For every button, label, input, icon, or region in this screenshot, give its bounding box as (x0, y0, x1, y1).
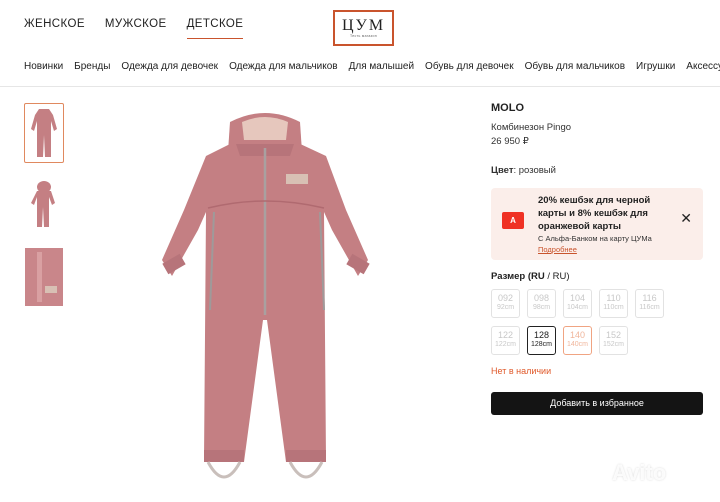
alfa-bank-icon: А (502, 212, 524, 229)
size-ru: 140 (569, 330, 586, 340)
size-title-bold: Размер (RU (491, 271, 545, 282)
product-brand[interactable]: MOLO (491, 102, 703, 114)
nav-item-brands[interactable]: Бренды (74, 61, 110, 72)
thumbnail-back[interactable] (24, 175, 64, 235)
product-info: MOLO Комбинезон Pingo 26 950 ₽ Цвет: роз… (491, 102, 703, 415)
add-to-favorites-button[interactable]: Добавить в избранное (491, 392, 703, 415)
thumbnail-detail[interactable] (24, 247, 64, 307)
nav-item-new[interactable]: Новинки (24, 61, 63, 72)
avito-watermark: Avito (612, 460, 667, 485)
size-option-152[interactable]: 152 152cm (599, 326, 628, 355)
size-ru: 152 (605, 330, 622, 340)
promo-more-link[interactable]: Подробнее (538, 245, 577, 254)
size-cm: 128cm (530, 341, 552, 348)
size-cm: 140cm (566, 341, 588, 348)
thumbnail-gallery (24, 103, 64, 307)
color-label: Цвет (491, 165, 514, 176)
size-title-rest: / RU) (544, 271, 570, 282)
size-cm: 110cm (603, 304, 624, 311)
size-ru: 098 (533, 293, 550, 303)
nav-item-accessories[interactable]: Аксессуары (686, 61, 720, 72)
tab-women[interactable]: ЖЕНСКОЕ (24, 18, 85, 39)
product-image (150, 100, 380, 500)
size-cm: 92cm (496, 304, 515, 311)
size-ru: 128 (533, 330, 550, 340)
tab-men[interactable]: МУЖСКОЕ (105, 18, 167, 39)
size-option-092[interactable]: 092 92cm (491, 289, 520, 318)
size-option-128[interactable]: 128 128cm (527, 326, 556, 355)
size-option-110[interactable]: 110 110cm (599, 289, 628, 318)
size-option-098[interactable]: 098 98cm (527, 289, 556, 318)
tab-kids[interactable]: ДЕТСКОЕ (186, 18, 244, 39)
size-option-140[interactable]: 140 140cm (563, 326, 592, 355)
product-name: Комбинезон Pingo (491, 122, 572, 133)
size-cm: 98cm (532, 304, 551, 311)
nav-item-girls-clothing[interactable]: Одежда для девочек (121, 61, 218, 72)
nav-item-girls-shoes[interactable]: Обувь для девочек (425, 61, 514, 72)
thumbnail-front[interactable] (24, 103, 64, 163)
logo-subtext: Тесть магазин (350, 34, 377, 38)
size-grid: 092 92cm 098 98cm 104 104cm 110 110cm 116 116… (491, 289, 703, 355)
logo-text: ЦУМ (341, 17, 386, 34)
product-price: 26 950 ₽ (491, 136, 529, 147)
nav-item-toys[interactable]: Игрушки (636, 61, 675, 72)
category-nav: Новинки Бренды Одежда для девочек Одежда… (24, 61, 720, 72)
header-divider (0, 86, 720, 87)
nav-item-babies[interactable]: Для малышей (349, 61, 414, 72)
size-ru: 122 (497, 330, 514, 340)
nav-item-boys-shoes[interactable]: Обувь для мальчиков (525, 61, 625, 72)
store-logo[interactable]: ЦУМ Тесть магазин (333, 10, 394, 46)
nav-item-boys-clothing[interactable]: Одежда для мальчиков (229, 61, 338, 72)
cashback-promo: А 20% кешбэк для черной карты и 8% кешбэ… (491, 188, 703, 260)
size-ru: 110 (606, 293, 621, 303)
size-option-104[interactable]: 104 104cm (563, 289, 592, 318)
size-ru: 104 (569, 293, 586, 303)
size-ru: 116 (642, 293, 657, 303)
product-color: Цвет: розовый (491, 165, 703, 176)
size-cm: 122cm (494, 341, 516, 348)
color-value: : розовый (513, 165, 556, 176)
close-icon[interactable]: ✕ (680, 210, 692, 227)
size-cm: 116cm (639, 304, 660, 311)
size-cm: 104cm (566, 304, 588, 311)
stock-status: Нет в наличии (491, 366, 552, 376)
size-title: Размер (RU / RU) (491, 271, 703, 282)
size-cm: 152cm (602, 341, 624, 348)
size-ru: 092 (497, 293, 514, 303)
promo-title: 20% кешбэк для черной карты и 8% кешбэк … (538, 195, 651, 232)
size-option-116[interactable]: 116 116cm (635, 289, 664, 318)
gender-tabs: ЖЕНСКОЕ МУЖСКОЕ ДЕТСКОЕ (24, 18, 244, 39)
size-option-122[interactable]: 122 122cm (491, 326, 520, 355)
promo-subtitle: С Альфа-Банком на карту ЦУМа (538, 234, 652, 243)
